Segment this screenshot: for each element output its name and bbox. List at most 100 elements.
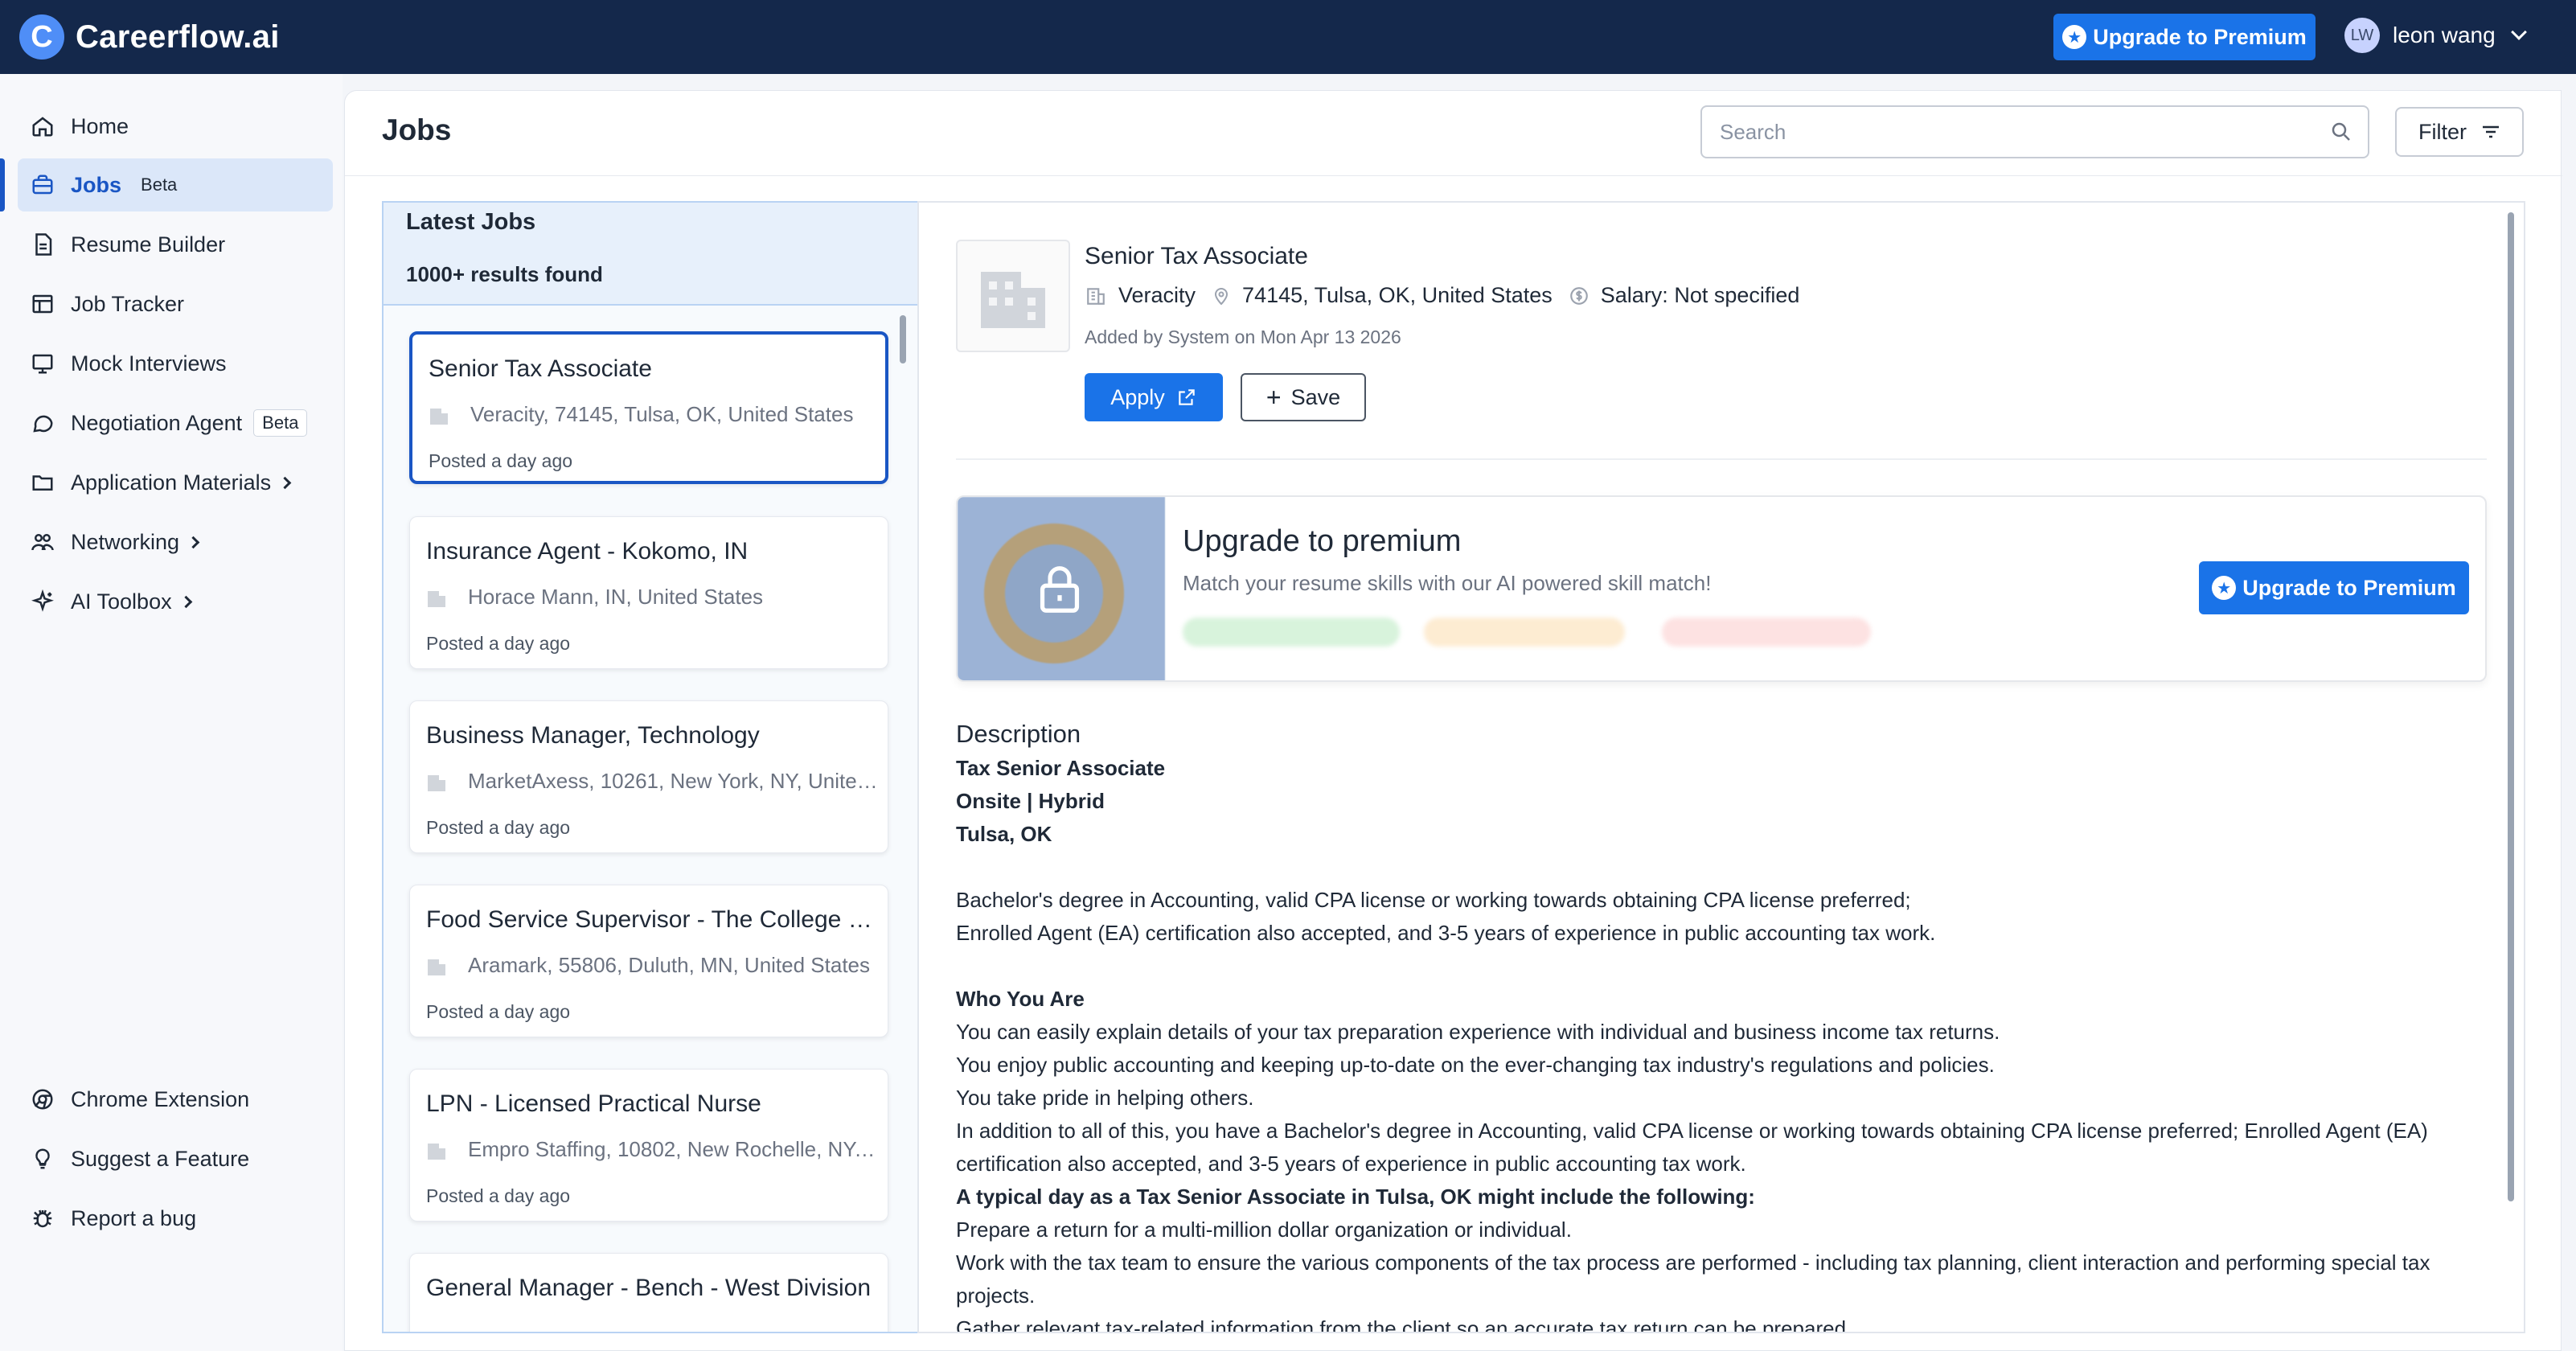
avatar: LW <box>2344 18 2380 53</box>
description-line: Enrolled Agent (EA) certification also a… <box>956 921 1936 945</box>
sidebar-item-label: Chrome Extension <box>71 1086 250 1111</box>
lightbulb-icon <box>31 1147 55 1171</box>
job-title: Food Service Supervisor - The College of… <box>426 906 878 933</box>
job-description: Description Tax Senior Associate Onsite … <box>956 717 2487 1333</box>
job-title: Business Manager, Technology <box>426 722 760 749</box>
apply-label: Apply <box>1110 384 1165 409</box>
sidebar-item-chrome-extension[interactable]: Chrome Extension <box>18 1073 333 1126</box>
sidebar-item-negotiation-agent[interactable]: Negotiation Agent Beta <box>18 396 333 450</box>
job-location: Aramark, 55806, Duluth, MN, United State… <box>426 953 878 978</box>
job-title: Senior Tax Associate <box>429 355 652 382</box>
promo-button-label: Upgrade to Premium <box>2242 575 2456 600</box>
sidebar-item-application-materials[interactable]: Application Materials <box>18 456 333 509</box>
description-line: Bachelor's degree in Accounting, valid C… <box>956 888 1911 912</box>
sidebar-item-jobs[interactable]: Jobs Beta <box>18 158 333 211</box>
job-detail-meta: Veracity 74145, Tulsa, OK, United States… <box>1085 283 1799 308</box>
description-subheading: A typical day as a Tax Senior Associate … <box>956 1185 1755 1209</box>
sidebar-item-label: Suggest a Feature <box>71 1146 250 1171</box>
location-pin-icon <box>1215 287 1229 305</box>
blurred-skill-chip <box>1662 618 1871 647</box>
chevron-down-icon <box>2510 24 2527 40</box>
sidebar-item-ai-toolbox[interactable]: AI Toolbox <box>18 575 333 628</box>
job-location-text: Veracity, 74145, Tulsa, OK, United State… <box>470 402 854 426</box>
search-input[interactable] <box>1700 105 2369 158</box>
description-line: Prepare a return for a multi-million dol… <box>956 1218 1572 1242</box>
job-location: Veracity, 74145, Tulsa, OK, United State… <box>429 402 880 427</box>
job-card[interactable]: Business Manager, Technology MarketAxess… <box>409 700 888 853</box>
sidebar-item-home[interactable]: Home <box>18 100 333 153</box>
sidebar-item-networking[interactable]: Networking <box>18 515 333 569</box>
sparkle-icon <box>31 589 55 614</box>
document-icon <box>31 232 55 257</box>
filter-label: Filter <box>2418 119 2467 144</box>
header-divider <box>345 175 2562 176</box>
promo-upgrade-button[interactable]: ★ Upgrade to Premium <box>2199 561 2469 614</box>
sidebar-item-mock-interviews[interactable]: Mock Interviews <box>18 337 333 390</box>
save-button[interactable]: + Save <box>1241 373 1366 421</box>
home-icon <box>31 114 55 138</box>
user-menu[interactable]: LW leon wang <box>2344 18 2527 53</box>
briefcase-icon <box>31 173 55 197</box>
sidebar-item-label: Jobs <box>71 172 122 197</box>
app-name: Careerflow.ai <box>76 18 280 55</box>
sidebar-item-label: Application Materials <box>71 470 272 495</box>
description-line: You enjoy public accounting and keeping … <box>956 1053 1995 1077</box>
plus-icon: + <box>1265 383 1282 412</box>
description-line: Gather relevant tax-related information … <box>956 1316 1852 1333</box>
job-location: MarketAxess, 10261, New York, NY, United… <box>426 769 878 794</box>
filter-button[interactable]: Filter <box>2395 107 2524 157</box>
building-icon <box>428 590 445 607</box>
detail-scrollbar[interactable] <box>2508 212 2514 1201</box>
job-location: Empro Staffing, 10802, New Rochelle, NY,… <box>426 1137 878 1162</box>
job-posted: Posted a day ago <box>426 1185 571 1206</box>
job-card[interactable]: Senior Tax Associate Veracity, 74145, Tu… <box>409 331 888 484</box>
job-posted: Posted a day ago <box>426 817 571 838</box>
top-bar: C Careerflow.ai ★ Upgrade to Premium LW … <box>0 0 2576 74</box>
description-line: Onsite | Hybrid <box>956 789 1105 813</box>
sidebar-item-label: AI Toolbox <box>71 589 172 614</box>
jobs-list-title: Latest Jobs <box>406 209 536 235</box>
job-card[interactable]: LPN - Licensed Practical Nurse Empro Sta… <box>409 1069 888 1222</box>
sidebar-item-job-tracker[interactable]: Job Tracker <box>18 277 333 331</box>
blurred-skill-chip <box>1424 618 1625 647</box>
description-line: You take pride in helping others. <box>956 1086 1254 1110</box>
job-detail-title: Senior Tax Associate <box>1085 243 1308 269</box>
main-panel: Jobs Filter Latest Jobs 1000+ results fo… <box>344 90 2562 1351</box>
sidebar-item-report-bug[interactable]: Report a bug <box>18 1192 333 1245</box>
sidebar-item-resume-builder[interactable]: Resume Builder <box>18 218 333 271</box>
sidebar-item-label: Home <box>71 113 129 138</box>
user-name: leon wang <box>2393 23 2496 47</box>
chevron-right-icon <box>278 476 292 489</box>
page-title: Jobs <box>382 113 452 146</box>
building-icon <box>428 959 445 975</box>
company-logo <box>956 240 1070 352</box>
job-title: LPN - Licensed Practical Nurse <box>426 1090 761 1117</box>
description-line: Tax Senior Associate <box>956 756 1166 780</box>
sidebar-item-label: Networking <box>71 529 180 554</box>
app-logo[interactable]: C Careerflow.ai <box>19 14 280 60</box>
sidebar-item-label: Negotiation Agent <box>71 410 243 435</box>
job-location-text: 74145, Tulsa, OK, United States <box>1242 283 1553 307</box>
description-line: Tulsa, OK <box>956 822 1052 846</box>
save-label: Save <box>1290 384 1341 409</box>
jobs-list-header: Latest Jobs 1000+ results found <box>384 203 917 306</box>
job-location-text: MarketAxess, 10261, New York, NY, United… <box>468 769 878 793</box>
star-icon: ★ <box>2212 576 2237 600</box>
apply-button[interactable]: Apply <box>1085 373 1223 421</box>
star-icon: ★ <box>2062 25 2087 49</box>
upgrade-label: Upgrade to Premium <box>2093 24 2307 49</box>
job-card[interactable]: General Manager - Bench - West Division <box>409 1253 888 1332</box>
job-card[interactable]: Food Service Supervisor - The College of… <box>409 885 888 1037</box>
list-scrollbar[interactable] <box>900 315 906 363</box>
sidebar: Home Jobs Beta Resume Builder Job Tracke… <box>0 74 343 1351</box>
building-icon <box>428 774 445 791</box>
job-posted: Posted a day ago <box>426 633 571 654</box>
sidebar-item-suggest-feature[interactable]: Suggest a Feature <box>18 1132 333 1185</box>
monitor-icon <box>31 351 55 376</box>
description-line: You can easily explain details of your t… <box>956 1020 2000 1044</box>
search-icon[interactable] <box>2329 120 2353 144</box>
job-location-text: Empro Staffing, 10802, New Rochelle, NY,… <box>468 1137 878 1161</box>
job-posted: Posted a day ago <box>429 450 573 471</box>
upgrade-premium-button[interactable]: ★ Upgrade to Premium <box>2053 14 2316 60</box>
job-card[interactable]: Insurance Agent - Kokomo, IN Horace Mann… <box>409 516 888 669</box>
